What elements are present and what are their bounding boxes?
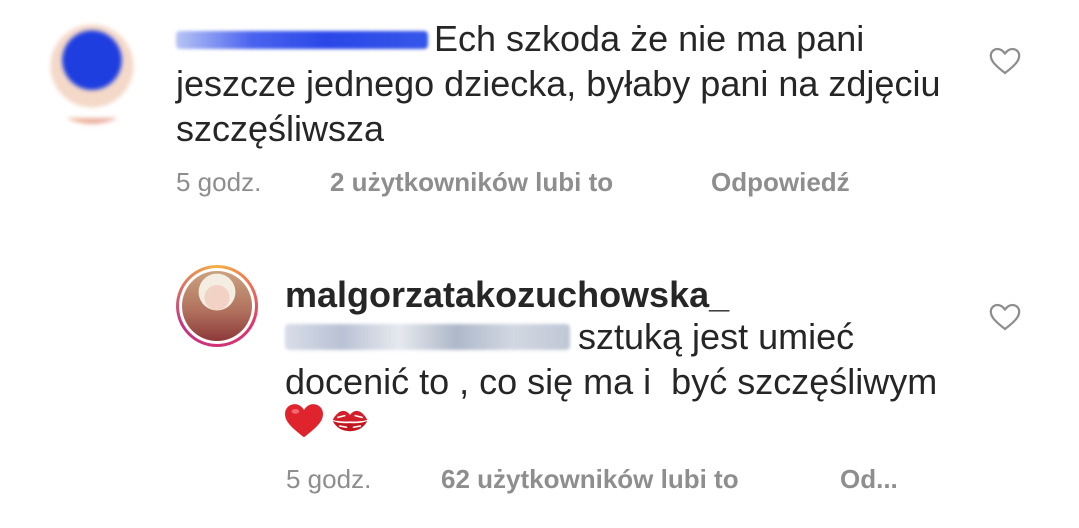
avatar[interactable] bbox=[34, 8, 150, 124]
heart-outline-icon[interactable] bbox=[988, 300, 1022, 334]
emoji-row bbox=[283, 401, 371, 439]
blurred-mention[interactable] bbox=[285, 324, 570, 350]
comment-text-line-1: sztuką jest umieć bbox=[578, 316, 855, 357]
comment-text-line-1: Ech szkoda że nie ma pani bbox=[434, 18, 865, 59]
heart-outline-icon[interactable] bbox=[988, 44, 1022, 78]
likes-count-link[interactable]: 2 użytkowników lubi to bbox=[330, 167, 613, 197]
heart-emoji bbox=[285, 404, 323, 438]
avatar-photo bbox=[182, 271, 252, 341]
reply-button[interactable]: Od... bbox=[840, 464, 898, 494]
avatar[interactable] bbox=[176, 265, 258, 347]
likes-count-link[interactable]: 62 użytkowników lubi to bbox=[441, 464, 739, 494]
kiss-mark-emoji bbox=[332, 410, 368, 432]
comment-time: 5 godz. bbox=[176, 167, 262, 197]
comment-text-line-3: szczęśliwsza bbox=[176, 108, 385, 149]
comment-text-line-2: jeszcze jednego dziecka, byłaby pani na … bbox=[176, 63, 941, 104]
blurred-username[interactable] bbox=[176, 31, 428, 49]
comment-username[interactable]: malgorzatakozuchowska_ bbox=[285, 272, 729, 318]
comment-text-line-2: docenić to , co się ma i być szczęśliwym bbox=[285, 361, 938, 402]
comment-time: 5 godz. bbox=[286, 464, 372, 494]
reply-button[interactable]: Odpowiedź bbox=[711, 167, 850, 197]
avatar-inner bbox=[179, 268, 255, 344]
